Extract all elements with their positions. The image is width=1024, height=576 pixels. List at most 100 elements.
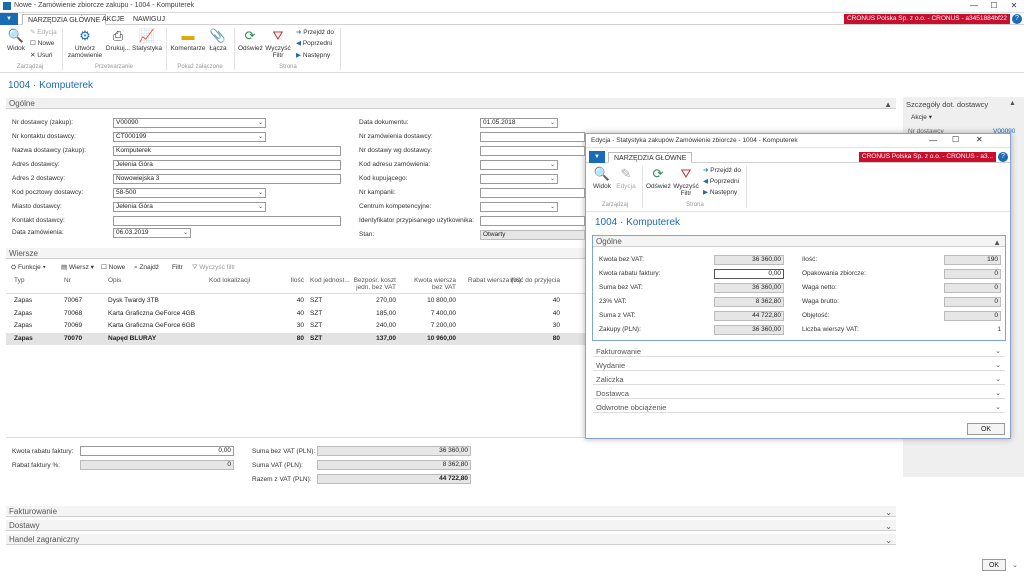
dialog-collapsed-section[interactable]: Fakturowanie ⌄ (593, 345, 1005, 357)
maximize-icon[interactable]: ☐ (952, 135, 959, 144)
data-zamowienia-field[interactable]: 06.03.2019 ⌄ (113, 228, 191, 238)
dialog-section-ogolne[interactable]: Ogólne ▲ (593, 236, 1005, 247)
column-header[interactable]: Ilość (268, 277, 304, 284)
collapsed-section[interactable]: Handel zagraniczny ⌄ (6, 534, 896, 545)
dialog-widok-button[interactable]: 🔍 Widok (591, 167, 613, 191)
chevron-up-icon[interactable]: ▲ (993, 237, 1001, 248)
column-header[interactable]: Opis (108, 277, 208, 284)
column-header[interactable]: Kod lokalizacji (209, 277, 264, 284)
dialog-wyczysc-filtr-button[interactable]: ⛛ Wyczyść Filtr (672, 167, 700, 198)
dialog-collapsed-section[interactable]: Wydanie ⌄ (593, 359, 1005, 371)
ok-button[interactable]: OK (982, 559, 1006, 571)
nastepny-button[interactable]: ▶ Następny (296, 52, 330, 60)
chevron-down-icon[interactable]: ⌄ (258, 203, 263, 211)
chevron-down-icon[interactable]: ⌄ (258, 119, 263, 127)
chevron-down-icon[interactable]: ⌄ (995, 347, 1001, 355)
collapsed-section[interactable]: Dostawy ⌄ (6, 520, 896, 531)
chevron-down-icon[interactable]: ⌄ (550, 161, 555, 169)
usun-button[interactable]: ✕ Usuń (30, 52, 52, 60)
dialog-edycja-button[interactable]: ✎ Edycja (615, 167, 637, 191)
column-header[interactable]: Ilość do przyjęcia (510, 277, 560, 284)
app-menu-button[interactable]: ▼ (0, 13, 18, 25)
chevron-down-icon[interactable]: ⌄ (995, 375, 1001, 383)
dialog-company-badge[interactable]: CRONUS Polska Sp. z o.o. - CRONUS - a3..… (858, 152, 996, 162)
dialog-collapsed-section[interactable]: Zaliczka ⌄ (593, 373, 1005, 385)
tab-akcje[interactable]: AKCJE (97, 14, 130, 25)
general-field[interactable] (480, 216, 585, 226)
chevron-up-icon[interactable]: ▲ (1009, 100, 1016, 107)
lacza-button[interactable]: 📎 Łącza (207, 29, 229, 53)
column-header[interactable]: Typ (14, 277, 54, 284)
chevron-down-icon[interactable]: ⌄ (550, 203, 555, 211)
znajdz-button[interactable]: ⌕ Znajdź (134, 264, 159, 272)
general-field[interactable] (480, 132, 585, 142)
chevron-down-icon[interactable]: ⌄ (995, 403, 1001, 411)
collapsed-section[interactable]: Fakturowanie ⌄ (6, 506, 896, 517)
table-row[interactable]: Zapas 70068 Karta Graficzna GeForce 4GB 40 S… (6, 308, 586, 320)
chevron-down-icon[interactable]: ⌄ (995, 361, 1001, 369)
nowe-button[interactable]: ☐ Nowe (30, 40, 54, 48)
general-field[interactable]: 58-500 ⌄ (113, 188, 266, 198)
chevron-up-icon[interactable]: ▲ (884, 99, 892, 110)
dialog-menu-button[interactable]: ▼ (589, 151, 605, 163)
general-field[interactable]: ⌄ (480, 160, 558, 170)
general-field[interactable]: V00090 ⌄ (113, 118, 266, 128)
chevron-down-icon[interactable]: ⌄ (258, 189, 263, 197)
close-icon[interactable]: ✕ (1004, 0, 1024, 13)
filtr-button[interactable]: Filtr (172, 264, 183, 272)
column-header[interactable]: Nr (64, 277, 104, 284)
statystyka-button[interactable]: 📈 Statystyka (132, 29, 162, 53)
wyczysc-filtr-line-button[interactable]: ⛛ Wyczyść filtr (192, 264, 235, 272)
general-field[interactable]: ⌄ (480, 174, 558, 184)
side-akcje-button[interactable]: Akcje ▾ (911, 114, 932, 122)
help-icon[interactable]: ? (1012, 14, 1022, 24)
general-field[interactable]: Komputerek (113, 146, 341, 156)
general-field[interactable]: Jelenia Góra (113, 160, 341, 170)
dialog-ok-button[interactable]: OK (967, 423, 1005, 435)
chevron-down-icon[interactable]: ⌄ (1012, 561, 1018, 569)
chevron-down-icon[interactable]: ⌄ (885, 535, 892, 546)
table-row[interactable]: Zapas 70069 Karta Graficzna GeForce 6GB 30 S… (6, 320, 586, 332)
funkcje-button[interactable]: ⛭ Funkcje ▾ (11, 264, 46, 272)
dialog-poprzedni-button[interactable]: ◀ Poprzedni (703, 178, 739, 186)
dialog-collapsed-section[interactable]: Dostawca ⌄ (593, 387, 1005, 399)
dialog-tab-narzedzia-glowne[interactable]: NARZĘDZIA GŁÓWNE (608, 152, 693, 163)
general-field[interactable]: ⌄ (480, 202, 558, 212)
chevron-down-icon[interactable]: ⌄ (885, 521, 892, 532)
close-icon[interactable]: ✕ (976, 135, 983, 144)
general-field[interactable]: Nowowiejska 3 (113, 174, 341, 184)
nowe-line-button[interactable]: ☐ Nowe (101, 264, 125, 272)
poprzedni-button[interactable]: ◀ Poprzedni (296, 40, 332, 48)
chevron-down-icon[interactable]: ⌄ (258, 133, 263, 141)
general-field[interactable]: 01.05.2018 ⌄ (480, 118, 558, 128)
stat-field[interactable]: 0,00 (714, 269, 784, 279)
kwota-rabatu-field[interactable]: 0,00 (80, 446, 234, 456)
dialog-nastepny-button[interactable]: ▶ Następny (703, 189, 737, 197)
przejdz-do-button[interactable]: ➔ Przejdź do (296, 29, 334, 37)
table-row[interactable]: Zapas 70070 Napęd BLURAY 80 SZT 137,00 10 960,… (6, 332, 586, 345)
wyczysc-filtr-button[interactable]: ⛛ Wyczyść Filtr (264, 29, 292, 60)
chevron-down-icon[interactable]: ⌄ (885, 507, 892, 518)
dialog-collapsed-section[interactable]: Odwrotne obciążenie ⌄ (593, 401, 1005, 413)
widok-button[interactable]: 🔍 Widok (5, 29, 27, 53)
dialog-przejdz-do-button[interactable]: ➔ Przejdź do (703, 167, 741, 175)
edycja-button[interactable]: ✎ Edycja (30, 29, 57, 37)
chevron-down-icon[interactable]: ⌄ (550, 175, 555, 183)
minimize-icon[interactable]: — (929, 136, 937, 145)
section-ogolne[interactable]: Ogólne ▲ (6, 98, 896, 109)
general-field[interactable] (113, 216, 341, 226)
wiersz-button[interactable]: ▤ Wiersz ▾ (61, 264, 94, 272)
utworz-zamowienie-button[interactable]: ⚙ Utwórz zamówienie (66, 29, 104, 60)
tab-nawiguj[interactable]: NAWIGUJ (128, 14, 170, 25)
column-header[interactable]: Bezpośr. koszt jedn. bez VAT (346, 277, 396, 291)
general-field[interactable]: Jelenia Góra ⌄ (113, 202, 266, 212)
company-badge[interactable]: CRONUS Polska Sp. z o.o. - CRONUS - a345… (843, 14, 1010, 24)
table-row[interactable]: Zapas 70067 Dysk Twardy 3TB 40 SZT 270,00 10 8… (6, 295, 586, 307)
chevron-down-icon[interactable]: ⌄ (995, 389, 1001, 397)
drukuj-button[interactable]: ⎙ Drukuj... (105, 29, 131, 53)
help-icon[interactable]: ? (998, 152, 1008, 162)
chevron-down-icon[interactable]: ⌄ (550, 119, 555, 127)
general-field[interactable] (480, 146, 585, 156)
column-header[interactable]: Kwota wiersza bez VAT (412, 277, 456, 291)
general-field[interactable] (480, 188, 585, 198)
